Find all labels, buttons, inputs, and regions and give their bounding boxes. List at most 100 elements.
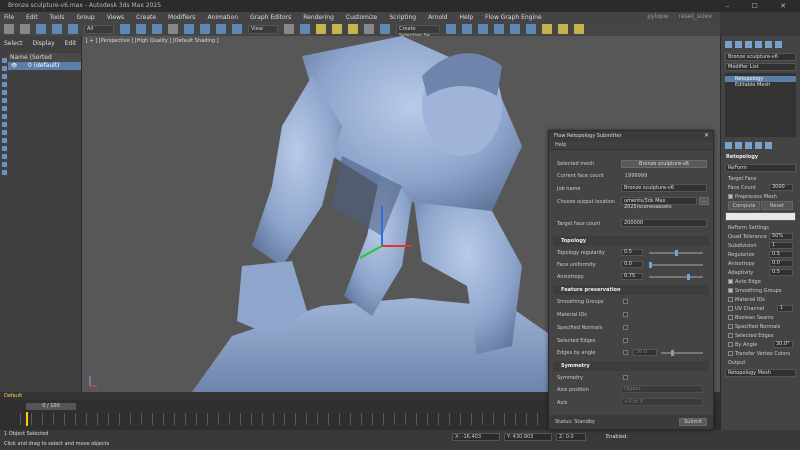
- menu-tools[interactable]: Tools: [50, 14, 65, 21]
- axis-position-dropdown[interactable]: Object: [621, 385, 703, 393]
- current-frame-marker[interactable]: [26, 412, 28, 426]
- scene-list-header[interactable]: Name (Sorted Ascending): [8, 53, 81, 70]
- topology-regularity-input[interactable]: 0.5: [621, 249, 643, 256]
- dialog-titlebar[interactable]: Flow Retopology Submitter ✕: [549, 131, 713, 141]
- menu-views[interactable]: Views: [107, 14, 124, 21]
- symmetry-checkbox[interactable]: [623, 375, 628, 380]
- configure-sets-icon[interactable]: [765, 142, 772, 149]
- filter-frozen-icon[interactable]: [1, 138, 7, 143]
- mirror-icon[interactable]: [446, 24, 456, 34]
- feature-preservation-header[interactable]: Feature preservation: [553, 285, 709, 295]
- transfer-vertex-colors-checkbox[interactable]: [728, 350, 733, 356]
- dialog-menu-help[interactable]: Help: [549, 141, 713, 150]
- selected-mesh-button[interactable]: Bronze sculpture-v6: [621, 160, 707, 168]
- bind-space-warp-icon[interactable]: [68, 24, 78, 34]
- anisotropy-slider[interactable]: [649, 274, 703, 280]
- uv-channel-checkbox[interactable]: [728, 305, 733, 311]
- job-name-input[interactable]: Bronze sculpture-v6: [621, 184, 707, 192]
- menu-flow-graph-engine[interactable]: Flow Graph Engine: [485, 14, 541, 21]
- boolean-seams-checkbox[interactable]: [728, 314, 733, 320]
- preprocess-mesh-checkbox[interactable]: [728, 193, 733, 199]
- angle-snap-icon[interactable]: [332, 24, 342, 34]
- motion-tab-icon[interactable]: [755, 41, 762, 48]
- align-icon[interactable]: [462, 24, 472, 34]
- workspace-label[interactable]: pylopw: [647, 12, 668, 22]
- filter-hidden-icon[interactable]: [1, 146, 7, 151]
- face-count-input[interactable]: 3000: [769, 184, 793, 191]
- filter-bones-icon[interactable]: [1, 122, 7, 127]
- modifier-list-dropdown[interactable]: Modifier List: [725, 63, 796, 71]
- spinner-snap-icon[interactable]: [364, 24, 374, 34]
- menu-graph-editors[interactable]: Graph Editors: [250, 14, 291, 21]
- face-uniformity-slider[interactable]: [649, 262, 703, 268]
- coord-x-field[interactable]: X: -16.403: [452, 433, 500, 441]
- filter-shapes-icon[interactable]: [1, 66, 7, 71]
- filter-invert-icon[interactable]: [1, 170, 7, 175]
- menu-customize[interactable]: Customize: [346, 14, 378, 21]
- face-uniformity-input[interactable]: 0.0: [621, 261, 643, 268]
- close-icon[interactable]: ✕: [704, 131, 709, 141]
- menu-rendering[interactable]: Rendering: [303, 14, 334, 21]
- undo-icon[interactable]: [4, 24, 14, 34]
- reference-coordinate-dropdown[interactable]: View: [248, 24, 278, 34]
- feature-specified-normals-checkbox[interactable]: [623, 325, 628, 330]
- by-angle-input[interactable]: 30.0°: [773, 341, 793, 348]
- select-object-icon[interactable]: [120, 24, 130, 34]
- edges-by-angle-checkbox[interactable]: [623, 350, 628, 355]
- percent-snap-icon[interactable]: [348, 24, 358, 34]
- specified-normals-checkbox[interactable]: [728, 323, 733, 329]
- scale-icon[interactable]: [216, 24, 226, 34]
- selection-filter-dropdown[interactable]: All: [84, 24, 114, 34]
- rectangular-selection-icon[interactable]: [152, 24, 162, 34]
- coord-y-field[interactable]: Y: 430.903: [504, 433, 552, 441]
- scene-tab-edit[interactable]: Edit: [65, 40, 77, 47]
- scene-layer-row[interactable]: 👁 0 (default): [8, 62, 81, 70]
- scene-tab-select[interactable]: Select: [4, 40, 23, 47]
- anisotropy-input[interactable]: 0.75: [621, 273, 643, 280]
- object-name-field[interactable]: Bronze sculpture-v6: [725, 53, 796, 61]
- current-layer-label[interactable]: Default: [4, 393, 22, 399]
- edges-by-angle-slider[interactable]: [661, 350, 703, 356]
- display-tab-icon[interactable]: [765, 41, 772, 48]
- menu-create[interactable]: Create: [136, 14, 156, 21]
- filter-helpers-icon[interactable]: [1, 90, 7, 95]
- filter-lights-icon[interactable]: [1, 74, 7, 79]
- pin-stack-icon[interactable]: [725, 142, 732, 149]
- hierarchy-tab-icon[interactable]: [745, 41, 752, 48]
- unlink-icon[interactable]: [52, 24, 62, 34]
- output-location-input[interactable]: uments/3ds Max 2025/scenesassets: [621, 197, 697, 210]
- target-face-count-input[interactable]: 200000: [621, 219, 707, 227]
- utilities-tab-icon[interactable]: [775, 41, 782, 48]
- place-icon[interactable]: [232, 24, 242, 34]
- topology-regularity-slider[interactable]: [649, 250, 703, 256]
- make-unique-icon[interactable]: [745, 142, 752, 149]
- axis-dropdown[interactable]: +X to X: [621, 398, 703, 406]
- regularize-input[interactable]: 0.5: [769, 251, 793, 258]
- scene-tab-display[interactable]: Display: [33, 40, 55, 47]
- uv-channel-input[interactable]: 1: [777, 305, 793, 312]
- reset-label[interactable]: reset_sizev: [679, 12, 712, 22]
- redo-icon[interactable]: [20, 24, 30, 34]
- menu-scripting[interactable]: Scripting: [389, 14, 416, 21]
- retopology-section-title[interactable]: Retopology: [723, 152, 798, 162]
- render-frame-icon[interactable]: [558, 24, 568, 34]
- auto-edge-checkbox[interactable]: [728, 278, 733, 284]
- filter-none-icon[interactable]: [1, 162, 7, 167]
- create-tab-icon[interactable]: [725, 41, 732, 48]
- menu-group[interactable]: Group: [76, 14, 94, 21]
- menu-file[interactable]: File: [4, 14, 14, 21]
- material-editor-icon[interactable]: [526, 24, 536, 34]
- topology-regularity-knob[interactable]: [674, 250, 678, 256]
- output-dropdown[interactable]: Retopology Mesh: [725, 369, 796, 377]
- curve-editor-icon[interactable]: [494, 24, 504, 34]
- selected-edges-checkbox[interactable]: [728, 332, 733, 338]
- quad-tolerance-input[interactable]: 50%: [769, 233, 793, 240]
- face-uniformity-knob[interactable]: [649, 262, 652, 268]
- select-by-name-icon[interactable]: [136, 24, 146, 34]
- feature-selected-edges-checkbox[interactable]: [623, 338, 628, 343]
- rotate-icon[interactable]: [200, 24, 210, 34]
- snap-toggle-icon[interactable]: [316, 24, 326, 34]
- feature-material-ids-checkbox[interactable]: [623, 312, 628, 317]
- window-controls[interactable]: – ☐ ✕: [726, 0, 796, 12]
- show-end-result-icon[interactable]: [735, 142, 742, 149]
